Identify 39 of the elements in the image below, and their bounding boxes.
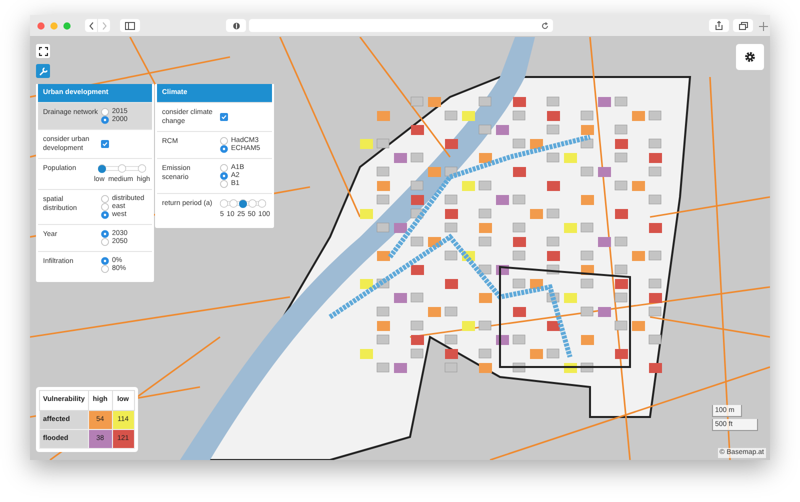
settings-icon [744, 51, 756, 63]
share-icon [715, 21, 723, 30]
wrench-icon [38, 66, 48, 76]
slider-thumb[interactable] [98, 164, 106, 172]
tabs-button[interactable] [733, 19, 753, 32]
slider-track[interactable] [98, 164, 146, 173]
shield-icon [232, 22, 240, 30]
radio-button[interactable] [220, 164, 228, 172]
plus-icon[interactable] [759, 22, 768, 31]
radio-button[interactable] [101, 195, 109, 203]
radio-button[interactable] [101, 108, 109, 116]
radio-button[interactable] [101, 265, 109, 273]
radio-button[interactable] [220, 137, 228, 145]
radio-button[interactable] [101, 211, 109, 219]
chevron-left-icon [88, 22, 94, 30]
privacy-button[interactable] [226, 19, 246, 32]
back-button[interactable] [85, 19, 97, 32]
radio-button[interactable] [220, 172, 228, 180]
radio-button[interactable] [220, 180, 228, 188]
slider-track[interactable] [220, 199, 266, 208]
checkbox[interactable] [101, 140, 109, 148]
radio-button[interactable] [101, 257, 109, 265]
chevron-right-icon [102, 22, 106, 30]
slider-thumb[interactable] [239, 200, 247, 208]
fullscreen-icon [38, 46, 48, 56]
tabs-icon [738, 22, 748, 30]
radio-button[interactable] [220, 145, 228, 153]
tools-button[interactable] [36, 64, 50, 78]
checkbox[interactable] [220, 113, 228, 121]
settings-button[interactable] [736, 44, 764, 70]
radio-button[interactable] [101, 203, 109, 211]
reload-icon[interactable] [541, 22, 549, 30]
radio-button[interactable] [101, 238, 109, 246]
radio-button[interactable] [101, 116, 109, 124]
sidebar-button[interactable] [120, 19, 140, 32]
fullscreen-button[interactable] [36, 44, 50, 58]
sidebar-icon [125, 22, 135, 30]
radio-button[interactable] [101, 230, 109, 238]
share-button[interactable] [709, 19, 729, 32]
